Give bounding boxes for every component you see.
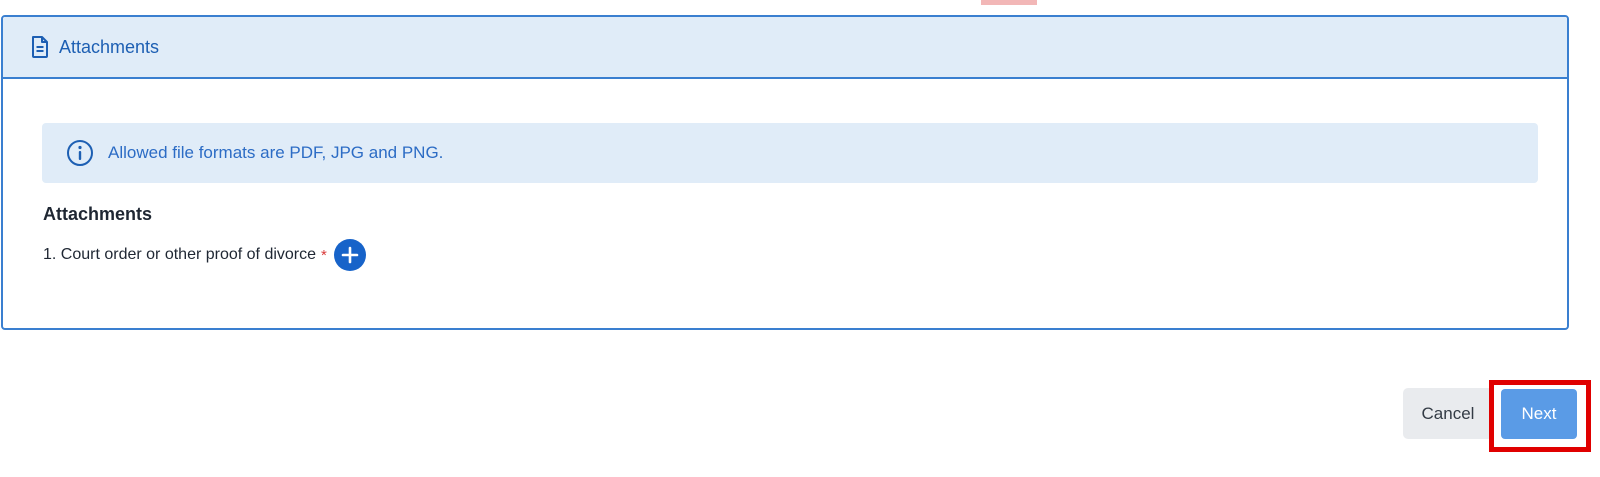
attachment-item: 1. Court order or other proof of divorce…: [43, 239, 366, 271]
cancel-button[interactable]: Cancel: [1403, 388, 1493, 439]
info-banner: Allowed file formats are PDF, JPG and PN…: [42, 123, 1538, 183]
next-button[interactable]: Next: [1501, 389, 1577, 439]
info-icon: [66, 139, 94, 167]
info-text: Allowed file formats are PDF, JPG and PN…: [108, 143, 444, 162]
card-header: Attachments: [3, 17, 1567, 79]
add-attachment-button[interactable]: [333, 239, 366, 271]
required-marker: *: [321, 246, 327, 264]
attachment-item-label: 1. Court order or other proof of divorce: [43, 246, 317, 263]
attachments-card: Attachments Allowed file formats are PDF…: [1, 15, 1569, 330]
card-title: Attachments: [59, 36, 160, 57]
attachments-section-label: Attachments: [43, 204, 153, 224]
plus-icon: [341, 246, 359, 264]
document-icon: [31, 36, 49, 58]
top-marker: [981, 0, 1037, 5]
